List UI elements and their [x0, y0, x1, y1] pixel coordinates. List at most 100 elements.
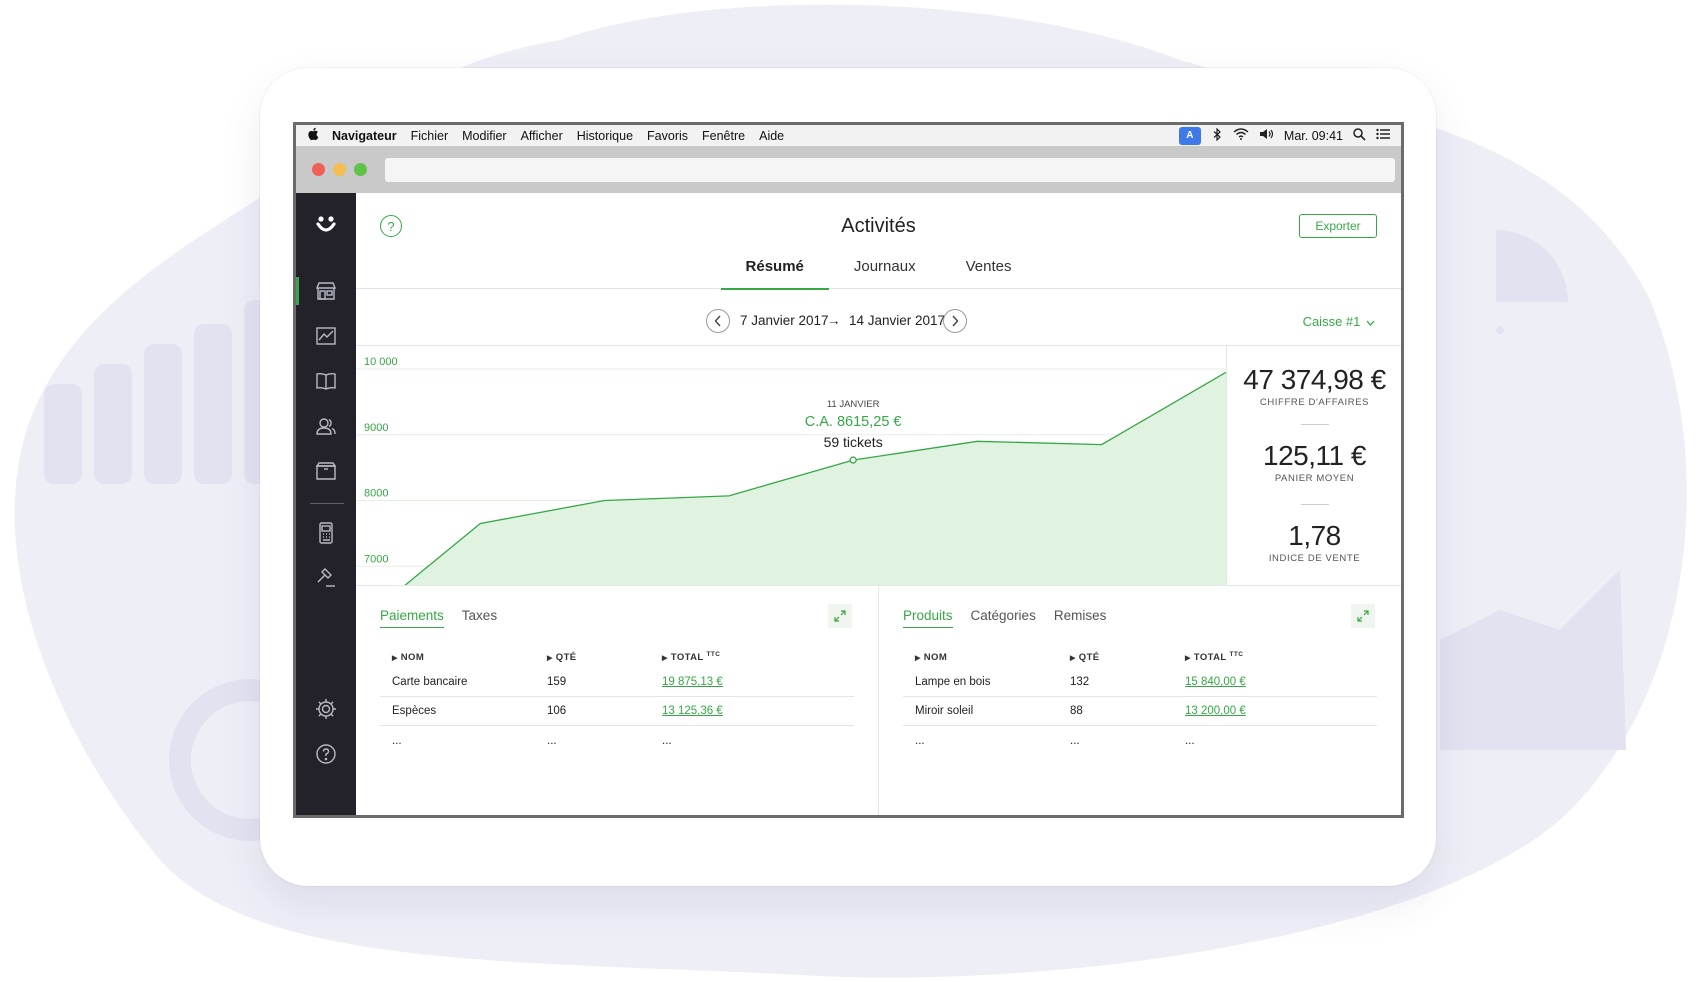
sidebar-item-customers[interactable]: [296, 408, 356, 444]
sidebar-item-inventory[interactable]: [296, 453, 356, 489]
mac-screen: Navigateur Fichier Modifier Afficher His…: [293, 122, 1404, 818]
zoom-window-button[interactable]: [354, 163, 367, 176]
chevron-left-icon: [714, 315, 721, 327]
address-bar[interactable]: [385, 157, 1395, 182]
help-circle-icon: [316, 744, 336, 764]
volume-icon[interactable]: [1259, 128, 1274, 143]
tab-paiements[interactable]: Paiements: [380, 608, 444, 628]
input-source-badge[interactable]: A: [1178, 126, 1201, 145]
ttc-superscript: TTC: [706, 650, 721, 658]
line-chart-icon: [316, 327, 336, 345]
menu-clock[interactable]: Mar. 09:41: [1284, 129, 1343, 143]
menu-modifier[interactable]: Modifier: [462, 129, 506, 143]
sort-caret-icon: ▶: [547, 654, 553, 662]
previous-period-button[interactable]: [706, 309, 730, 333]
app-window: ? Activités Exporter Résumé Journaux Ven…: [296, 193, 1401, 815]
chevron-right-icon: [952, 315, 959, 327]
page-title: Activités: [841, 215, 916, 237]
notification-list-icon[interactable]: [1376, 128, 1391, 143]
cell-name: Miroir soleil: [915, 705, 974, 717]
tab-resume[interactable]: Résumé: [720, 255, 830, 290]
expand-payments-button[interactable]: [828, 604, 852, 628]
kpi-sales-index-value: 1,78: [1288, 520, 1341, 551]
table-header: ▶ NOM ▶ QTÉ ▶ TOTAL TTC: [380, 646, 854, 668]
bluetooth-icon[interactable]: [1211, 127, 1223, 144]
expand-products-button[interactable]: [1351, 604, 1375, 628]
column-header-nom[interactable]: ▶ NOM: [380, 652, 535, 663]
sidebar-item-settings[interactable]: [296, 691, 356, 727]
menu-app-name[interactable]: Navigateur: [332, 129, 397, 143]
table-row: ... ... ...: [380, 726, 854, 755]
menu-extras: A Mar. 09:41: [1178, 126, 1391, 145]
cell-name: Carte bancaire: [392, 676, 468, 688]
column-header-qte[interactable]: ▶ QTÉ: [535, 652, 650, 663]
sort-caret-icon: ▶: [1070, 654, 1076, 662]
date-end[interactable]: 14 Janvier 2017: [849, 313, 945, 328]
tooltip-value: C.A. 8615,25 €: [805, 414, 902, 430]
table-row[interactable]: Lampe en bois 132 15 840,00 €: [903, 668, 1377, 697]
minimize-window-button[interactable]: [333, 163, 346, 176]
cell-total-link[interactable]: 13 200,00 €: [1185, 705, 1246, 717]
cell-total-link[interactable]: 13 125,36 €: [662, 705, 723, 717]
menu-fichier[interactable]: Fichier: [411, 129, 449, 143]
menu-aide[interactable]: Aide: [759, 129, 784, 143]
tab-journaux[interactable]: Journaux: [829, 255, 941, 289]
sidebar-item-legal[interactable]: [296, 560, 356, 596]
column-header-total[interactable]: ▶ TOTAL TTC: [1173, 651, 1377, 663]
sidebar-item-activity[interactable]: [296, 318, 356, 354]
kpi-basket-value: 125,11 €: [1263, 440, 1366, 471]
sidebar: [296, 193, 356, 815]
tab-categories[interactable]: Catégories: [971, 608, 1036, 628]
data-point-marker[interactable]: [849, 456, 857, 464]
payments-table: ▶ NOM ▶ QTÉ ▶ TOTAL TTC Carte bancaire 159 …: [380, 646, 854, 755]
column-header-nom[interactable]: ▶ NOM: [903, 652, 1058, 663]
next-period-button[interactable]: [943, 309, 967, 333]
menu-afficher[interactable]: Afficher: [521, 129, 563, 143]
register-selector[interactable]: Caisse #1: [1303, 314, 1375, 329]
payments-panel: Paiements Taxes ▶NOM ▶QTÉ ▶TOTAL TTC: [356, 586, 878, 815]
brand-logo-icon[interactable]: [312, 211, 340, 239]
kpi-sales-index: 1,78 INDICE DE VENTE: [1227, 520, 1401, 564]
menu-favoris[interactable]: Favoris: [647, 129, 688, 143]
cell-qty: 106: [547, 705, 567, 717]
wifi-icon[interactable]: [1233, 128, 1249, 143]
card-terminal-icon: [319, 522, 333, 544]
apple-icon[interactable]: [306, 127, 320, 144]
kpi-sales-index-label: INDICE DE VENTE: [1268, 553, 1361, 564]
tab-taxes[interactable]: Taxes: [462, 608, 497, 628]
cell-total-link[interactable]: 19 875,13 €: [662, 676, 723, 688]
column-header-label: NOM: [400, 651, 425, 663]
products-panel: Produits Catégories Remises ▶ NOM ▶ QTÉ ▶ T…: [878, 586, 1401, 815]
close-window-button[interactable]: [312, 163, 325, 176]
date-start[interactable]: 7 Janvier 2017: [740, 313, 829, 328]
table-row[interactable]: Carte bancaire 159 19 875,13 €: [380, 668, 854, 697]
cell-qty: 132: [1070, 676, 1090, 688]
y-tick-label: 7000: [364, 553, 388, 565]
column-header-qte[interactable]: ▶ QTÉ: [1058, 652, 1173, 663]
table-row[interactable]: Miroir soleil 88 13 200,00 €: [903, 697, 1377, 726]
chevron-down-icon: [1366, 320, 1375, 326]
sidebar-item-help[interactable]: [296, 736, 356, 772]
expand-icon: [834, 610, 846, 622]
column-header-total[interactable]: ▶ TOTAL TTC: [650, 651, 854, 663]
kpi-revenue: 47 374,98 € CHIFFRE D'AFFAIRES: [1227, 364, 1401, 408]
sidebar-item-store[interactable]: [296, 273, 356, 309]
storefront-icon: [315, 282, 337, 300]
menu-historique[interactable]: Historique: [577, 129, 633, 143]
table-row[interactable]: Espèces 106 13 125,36 €: [380, 697, 854, 726]
cell-total-link[interactable]: 15 840,00 €: [1185, 676, 1246, 688]
sidebar-item-register[interactable]: [296, 515, 356, 551]
menu-fenetre[interactable]: Fenêtre: [702, 129, 745, 143]
tab-produits[interactable]: Produits: [903, 608, 953, 628]
cell-qty: 159: [547, 676, 567, 688]
tab-bar: Résumé Journaux Ventes: [356, 255, 1401, 290]
export-button[interactable]: Exporter: [1299, 214, 1377, 238]
tab-remises[interactable]: Remises: [1054, 608, 1107, 628]
column-header-label: NOM: [923, 651, 948, 663]
tab-ventes[interactable]: Ventes: [941, 255, 1037, 289]
cell-name: Espèces: [392, 705, 437, 717]
sidebar-item-catalog[interactable]: [296, 363, 356, 399]
sidebar-divider: [310, 503, 344, 504]
spotlight-search-icon[interactable]: [1353, 127, 1366, 144]
book-icon: [316, 372, 336, 390]
